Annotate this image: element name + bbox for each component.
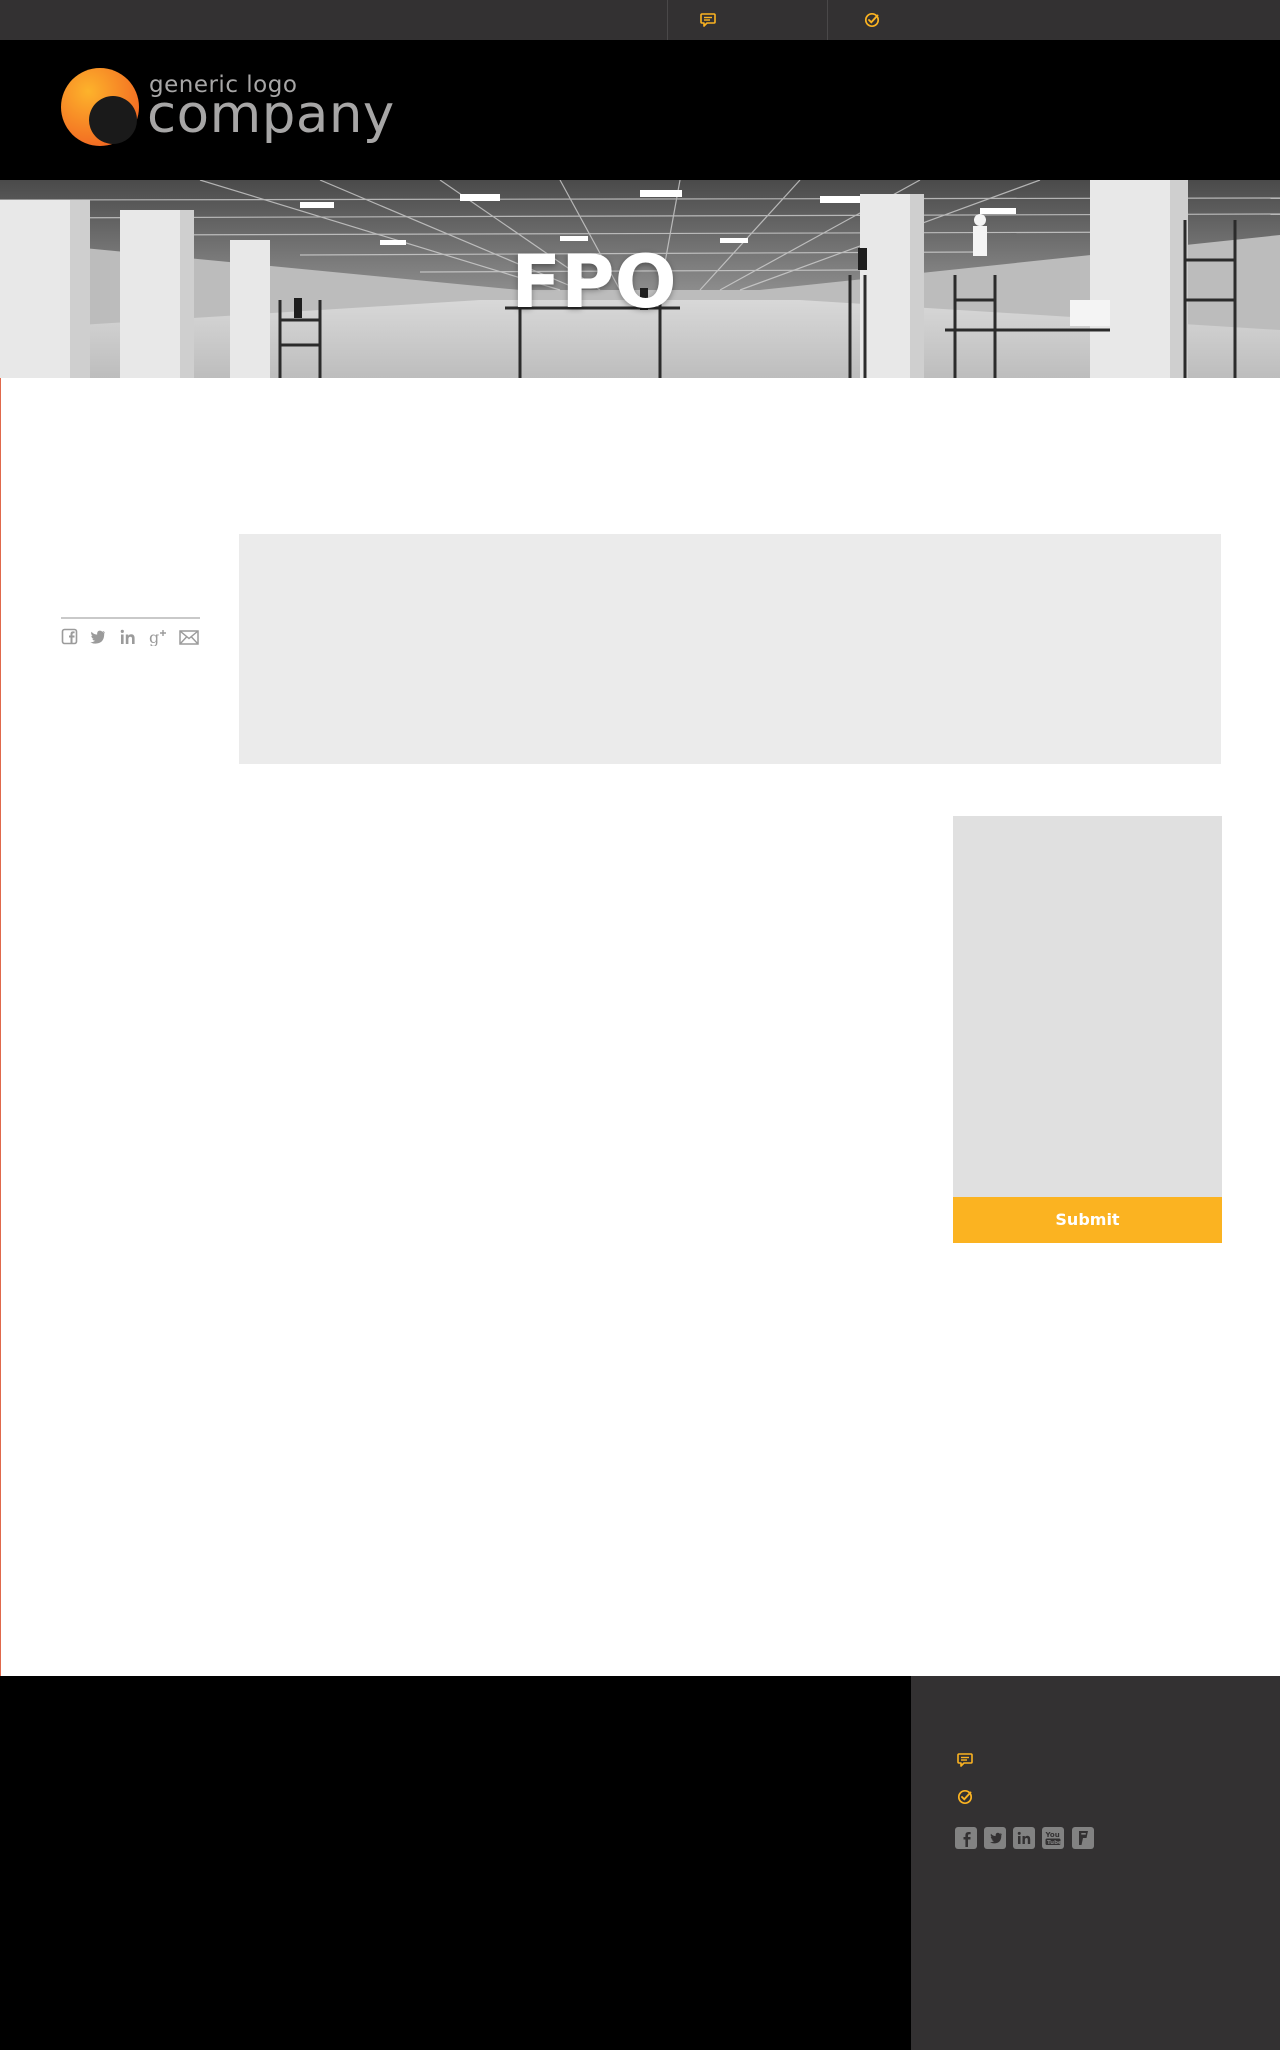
top-utility-bar [0,0,1280,40]
svg-text:You: You [1045,1831,1060,1839]
linkedin-icon[interactable] [119,628,137,646]
facebook-icon[interactable] [61,628,79,646]
svg-text:Tube: Tube [1047,1840,1062,1846]
footer-contact [911,1676,1280,2050]
chat-bubble-icon[interactable] [699,11,717,33]
divider [667,0,668,40]
form-area [953,816,1222,1197]
google-plus-icon[interactable]: g [149,628,167,647]
youtube-icon[interactable]: You Tube [1042,1827,1064,1849]
hero-title: FPO [511,240,677,325]
linkedin-icon[interactable] [1013,1827,1035,1849]
email-icon[interactable] [179,628,199,646]
share-divider [61,617,200,619]
chat-bubble-icon[interactable] [956,1751,974,1773]
twitter-icon[interactable] [89,628,107,646]
facebook-icon[interactable] [955,1827,977,1849]
footer-main [0,1676,911,2050]
submit-button[interactable]: Submit [953,1197,1222,1243]
divider [827,0,828,40]
content-placeholder [239,534,1221,764]
check-circle-icon[interactable] [956,1788,974,1810]
svg-text:g: g [149,628,159,646]
accent-rule [0,378,1,1676]
logo-name: company [147,84,395,145]
foursquare-icon[interactable] [1072,1827,1094,1849]
twitter-icon[interactable] [984,1827,1006,1849]
check-circle-icon[interactable] [863,11,881,33]
company-logo-icon[interactable] [60,66,142,152]
